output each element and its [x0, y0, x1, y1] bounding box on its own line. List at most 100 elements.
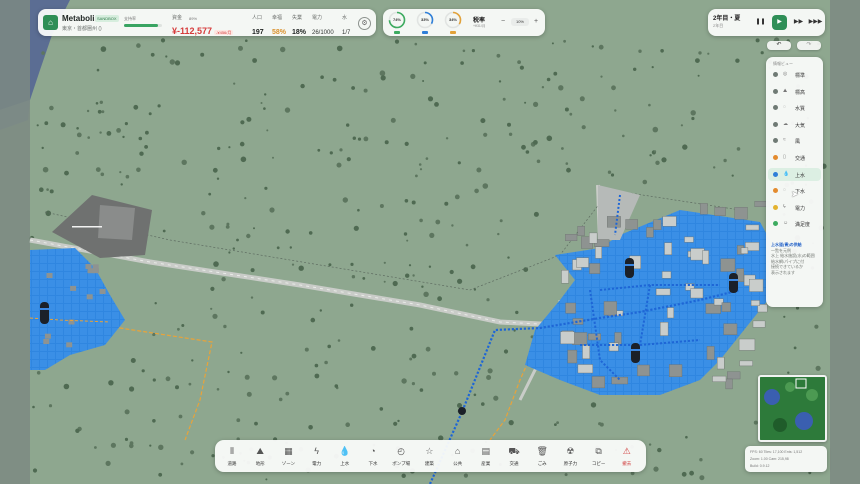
building[interactable]: [582, 345, 591, 360]
building[interactable]: [669, 364, 683, 378]
redo-button[interactable]: ↷: [797, 41, 821, 50]
tool-transit-button[interactable]: ⛟ 交通: [501, 443, 527, 469]
building[interactable]: [690, 288, 704, 299]
tool-road-button[interactable]: ⫴ 道路: [219, 443, 245, 469]
building[interactable]: [99, 289, 106, 294]
tax-decrease-button[interactable]: −: [499, 18, 507, 26]
building[interactable]: [577, 364, 594, 374]
building[interactable]: [86, 294, 93, 300]
building[interactable]: [660, 322, 669, 336]
building[interactable]: [717, 357, 725, 370]
building[interactable]: [576, 257, 589, 268]
building[interactable]: [572, 318, 584, 325]
tool-terrain-button[interactable]: ⛰ 地形: [247, 443, 273, 469]
money-stat[interactable]: 資金 ¥-112,577 -¥456/月: [172, 14, 234, 39]
tool-power-button[interactable]: ϟ 電力: [304, 443, 330, 469]
factory-building[interactable]: [98, 205, 135, 240]
tool-bulldoze-button[interactable]: ⚠ 撤去: [614, 443, 640, 469]
building[interactable]: [662, 216, 677, 227]
tax-increase-button[interactable]: +: [532, 18, 540, 26]
tool-building-button[interactable]: ☆ 建築: [416, 443, 442, 469]
building[interactable]: [625, 219, 638, 230]
tool-public-button[interactable]: ⌂ 公共: [445, 443, 471, 469]
building[interactable]: [684, 236, 694, 243]
tool-zone-button[interactable]: ▦ ゾーン: [275, 443, 301, 469]
building[interactable]: [706, 346, 715, 360]
building[interactable]: [607, 216, 621, 228]
building[interactable]: [712, 375, 727, 382]
building[interactable]: [44, 333, 51, 339]
building[interactable]: [661, 271, 672, 279]
building[interactable]: [734, 206, 748, 220]
building[interactable]: [720, 258, 736, 272]
building[interactable]: [745, 224, 760, 231]
water-tower-east-1[interactable]: [625, 258, 634, 278]
building[interactable]: [567, 349, 578, 364]
fastest-button[interactable]: ▶▶▶: [808, 15, 823, 30]
settings-gear-icon[interactable]: ⚙: [358, 17, 371, 30]
view-option[interactable]: ☺ 満足度: [768, 217, 821, 230]
tool-nuclear-button[interactable]: ☢ 原子力: [557, 443, 583, 469]
view-option[interactable]: ⛰ 標高: [768, 85, 821, 98]
minimap[interactable]: [758, 375, 827, 442]
pause-button[interactable]: ❚❚: [753, 15, 768, 30]
building[interactable]: [611, 376, 628, 385]
building[interactable]: [591, 376, 606, 389]
game-viewport[interactable]: ⌂ Metabolis SANDBOX 東京・首都圏州 () 支持率 89% 資…: [0, 0, 860, 484]
building[interactable]: [595, 246, 602, 259]
building[interactable]: [749, 279, 764, 292]
building[interactable]: [725, 378, 733, 390]
tool-sewage-button[interactable]: ◔ 下水: [360, 443, 386, 469]
building[interactable]: [700, 203, 708, 215]
view-option[interactable]: ☁ 大気: [768, 118, 821, 131]
building[interactable]: [739, 360, 753, 367]
view-option[interactable]: 💧 上水: [768, 167, 821, 181]
building[interactable]: [750, 300, 760, 306]
building[interactable]: [92, 264, 99, 270]
building[interactable]: [46, 273, 53, 278]
building[interactable]: [702, 250, 709, 265]
building[interactable]: [66, 342, 73, 348]
city-icon[interactable]: ⌂: [43, 15, 58, 30]
building[interactable]: [577, 225, 585, 236]
building[interactable]: [565, 233, 578, 241]
building[interactable]: [589, 263, 601, 274]
building[interactable]: [87, 268, 94, 274]
undo-button[interactable]: ↶: [767, 41, 791, 50]
building[interactable]: [690, 248, 705, 261]
building[interactable]: [588, 333, 601, 341]
tool-pump-button[interactable]: ◴ ポンプ場: [388, 443, 414, 469]
building[interactable]: [655, 288, 671, 296]
tool-industry-button[interactable]: ▤ 産業: [473, 443, 499, 469]
water-tower-east-3[interactable]: [631, 343, 640, 363]
tool-water-button[interactable]: 💧 上水: [332, 443, 358, 469]
view-option[interactable]: ϟ 電力: [768, 201, 821, 214]
building[interactable]: [740, 247, 749, 254]
building[interactable]: [43, 339, 50, 344]
building[interactable]: [561, 270, 569, 284]
fast-forward-button[interactable]: ▶▶: [791, 15, 806, 30]
building[interactable]: [637, 364, 650, 377]
building[interactable]: [70, 285, 77, 291]
tool-trash-button[interactable]: 🗑 ごみ: [529, 443, 555, 469]
view-option[interactable]: ▯ 交通: [768, 151, 821, 164]
building[interactable]: [752, 320, 766, 328]
building[interactable]: [560, 331, 575, 345]
pump-station[interactable]: [458, 407, 466, 415]
building[interactable]: [589, 232, 598, 244]
building[interactable]: [667, 307, 674, 319]
play-button[interactable]: ▶: [772, 15, 787, 30]
city-map[interactable]: [0, 0, 860, 484]
building[interactable]: [738, 338, 756, 351]
building[interactable]: [721, 302, 731, 312]
building[interactable]: [646, 227, 654, 238]
building[interactable]: [603, 301, 617, 316]
building[interactable]: [614, 332, 622, 345]
building[interactable]: [565, 302, 576, 314]
building[interactable]: [727, 371, 741, 380]
building[interactable]: [664, 242, 672, 255]
tool-copy-button[interactable]: ⧉ コピー: [586, 443, 612, 469]
view-option[interactable]: ≈ 風: [768, 134, 821, 147]
building[interactable]: [653, 219, 662, 230]
building[interactable]: [714, 206, 726, 216]
